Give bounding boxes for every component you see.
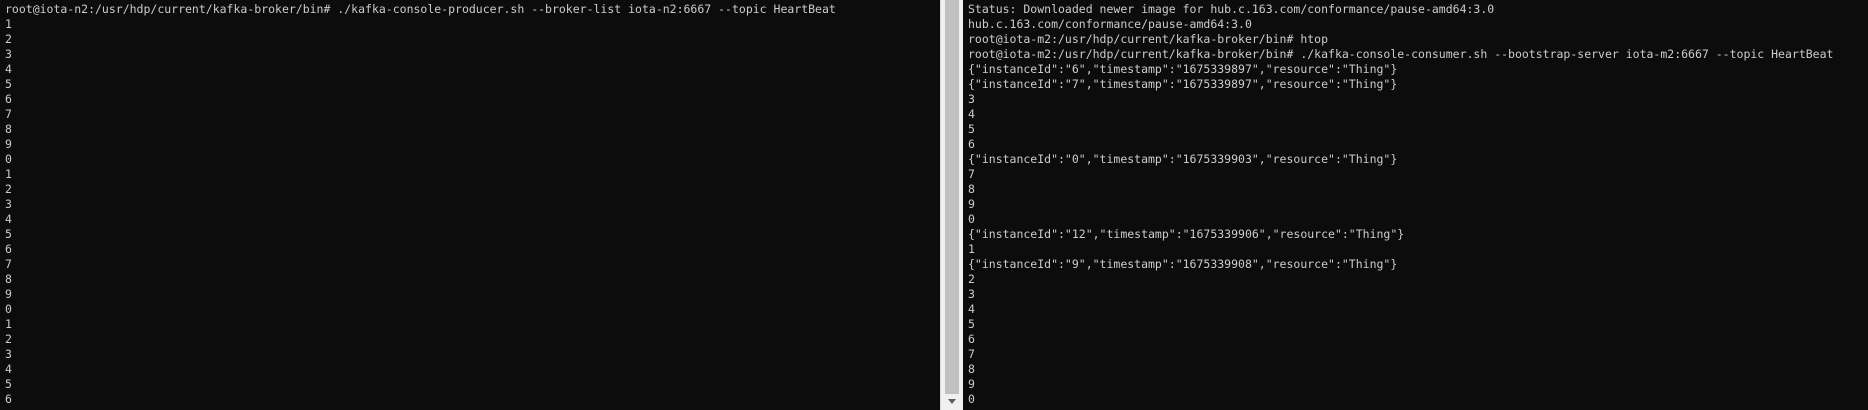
- consumer-terminal-output: Status: Downloaded newer image for hub.c…: [963, 0, 1868, 407]
- terminal-line: 3: [5, 197, 12, 211]
- terminal-line: 9: [968, 377, 975, 391]
- terminal-line: 4: [968, 107, 975, 121]
- terminal-line: 2: [5, 32, 12, 46]
- terminal-line: 1: [5, 17, 12, 31]
- terminal-line: {"instanceId":"7","timestamp":"167533989…: [968, 77, 1398, 91]
- terminal-line: root@iota-n2:/usr/hdp/current/kafka-brok…: [5, 2, 836, 16]
- terminal-line: 0: [5, 152, 12, 166]
- terminal-line: 0: [5, 302, 12, 316]
- consumer-terminal-pane[interactable]: Status: Downloaded newer image for hub.c…: [963, 0, 1868, 410]
- scrollbar-thumb[interactable]: [945, 0, 959, 394]
- terminal-line: hub.c.163.com/conformance/pause-amd64:3.…: [968, 17, 1252, 31]
- terminal-line: 3: [968, 287, 975, 301]
- terminal-line: 7: [5, 107, 12, 121]
- terminal-line: 3: [5, 347, 12, 361]
- terminal-line: 4: [5, 362, 12, 376]
- terminal-line: 7: [968, 167, 975, 181]
- terminal-line: 7: [5, 257, 12, 271]
- terminal-line: 7: [968, 347, 975, 361]
- terminal-line: 8: [968, 182, 975, 196]
- terminal-line: 6: [968, 332, 975, 346]
- terminal-line: 2: [5, 182, 12, 196]
- terminal-line: 4: [968, 302, 975, 316]
- terminal-line: 4: [5, 62, 12, 76]
- terminal-line: 1: [968, 242, 975, 256]
- terminal-line: 3: [968, 92, 975, 106]
- terminal-line: 8: [5, 272, 12, 286]
- terminal-line: 1: [5, 167, 12, 181]
- terminal-line: 9: [5, 137, 12, 151]
- terminal-line: {"instanceId":"12","timestamp":"16753399…: [968, 227, 1405, 241]
- scroll-down-arrow-icon[interactable]: [941, 394, 963, 410]
- producer-terminal-pane[interactable]: root@iota-n2:/usr/hdp/current/kafka-brok…: [0, 0, 940, 410]
- terminal-line: 9: [5, 287, 12, 301]
- terminal-line: root@iota-m2:/usr/hdp/current/kafka-brok…: [968, 47, 1834, 61]
- terminal-line: 0: [968, 392, 975, 406]
- terminal-line: 5: [968, 317, 975, 331]
- terminal-line: 5: [5, 377, 12, 391]
- split-terminal-window: root@iota-n2:/usr/hdp/current/kafka-brok…: [0, 0, 1868, 410]
- terminal-line: 6: [968, 137, 975, 151]
- terminal-line: Status: Downloaded newer image for hub.c…: [968, 2, 1495, 16]
- terminal-line: 1: [5, 317, 12, 331]
- terminal-line: 5: [5, 77, 12, 91]
- terminal-line: 8: [968, 362, 975, 376]
- terminal-line: 4: [5, 212, 12, 226]
- terminal-line: 5: [5, 227, 12, 241]
- terminal-line: {"instanceId":"6","timestamp":"167533989…: [968, 62, 1398, 76]
- terminal-line: 2: [5, 332, 12, 346]
- terminal-line: 5: [968, 122, 975, 136]
- vertical-scrollbar[interactable]: [940, 0, 963, 410]
- terminal-line: 3: [5, 47, 12, 61]
- terminal-line: {"instanceId":"0","timestamp":"167533990…: [968, 152, 1398, 166]
- terminal-line: {"instanceId":"9","timestamp":"167533990…: [968, 257, 1398, 271]
- terminal-line: 9: [968, 197, 975, 211]
- terminal-line: 6: [5, 242, 12, 256]
- terminal-line: 0: [968, 212, 975, 226]
- producer-terminal-output: root@iota-n2:/usr/hdp/current/kafka-brok…: [0, 0, 940, 407]
- terminal-line: 6: [5, 92, 12, 106]
- terminal-line: 6: [5, 392, 12, 406]
- terminal-line: root@iota-m2:/usr/hdp/current/kafka-brok…: [968, 32, 1329, 46]
- terminal-line: 8: [5, 122, 12, 136]
- terminal-line: 2: [968, 272, 975, 286]
